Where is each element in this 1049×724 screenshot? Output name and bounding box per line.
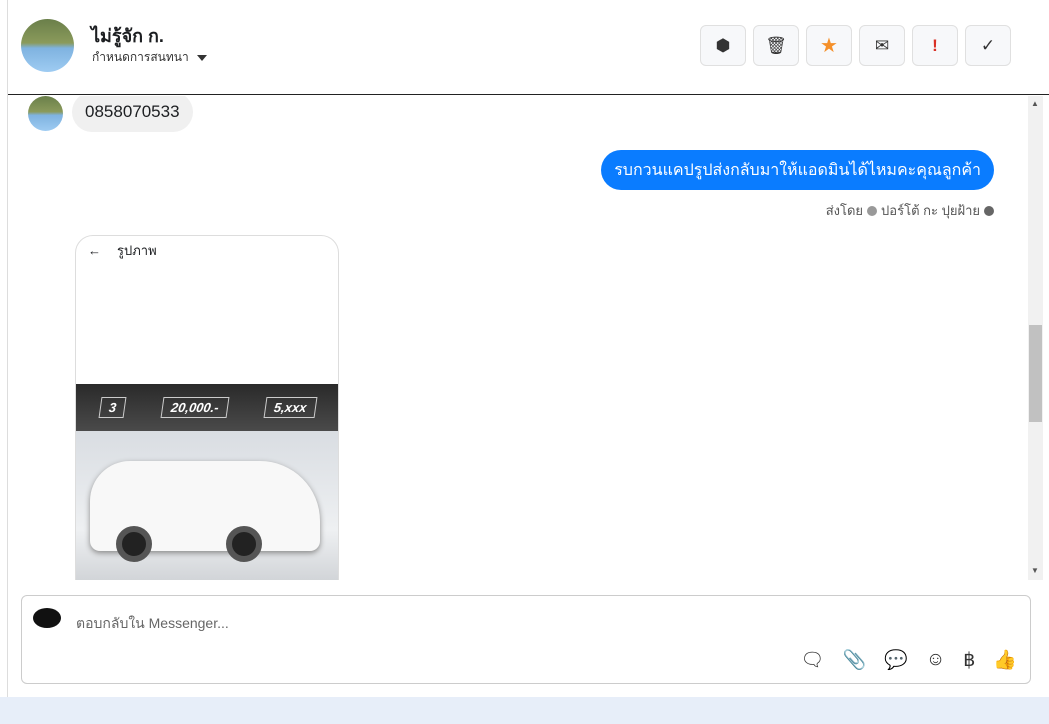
image-attachment[interactable]: ← รูปภาพ 3 20,000.- 5,xxx (75, 235, 339, 580)
promo-box: 3 (98, 397, 128, 418)
caret-down-icon (196, 54, 207, 61)
mark-done-button[interactable]: ✓ (965, 25, 1011, 66)
contact-name: ไม่รู้จัก ก. (91, 26, 164, 46)
emoji-icon[interactable]: ☺ (926, 649, 945, 671)
scrollbar-thumb[interactable] (1029, 325, 1042, 422)
promo-box: 5,xxx (263, 397, 318, 418)
image-title: รูปภาพ (117, 243, 157, 258)
incoming-message: 0858070533 (72, 96, 193, 132)
scroll-up-icon[interactable]: ▲ (1031, 99, 1039, 108)
delete-button[interactable]: 🗑 (753, 25, 799, 66)
scroll-down-icon[interactable]: ▼ (1031, 566, 1039, 575)
sent-by-info: ส่งโดย ปอร์โต้ กะ ปุยฝ้าย (826, 200, 994, 221)
exclamation-icon: ! (932, 35, 938, 55)
page-avatar (33, 608, 61, 628)
check-icon: ✓ (980, 35, 996, 55)
bottom-strip (0, 697, 1049, 724)
mark-unread-button[interactable]: ✉ (859, 25, 905, 66)
promo-banner: 3 20,000.- 5,xxx (76, 384, 338, 431)
envelope-icon: ✉ (874, 35, 890, 55)
alert-octagon-icon: ⬢ (715, 35, 731, 55)
wheel (116, 526, 152, 562)
reply-input[interactable]: ตอบกลับใน Messenger... (76, 613, 229, 635)
composer-tools: 🗨 📎 💬 ☺ ฿ 👍 (800, 648, 1017, 672)
back-arrow-icon: ← (88, 243, 101, 258)
promo-box: 20,000.- (160, 397, 230, 418)
star-icon: ★ (820, 35, 838, 57)
wheel (226, 526, 262, 562)
settings-label: กำหนดการสนทนา (92, 50, 189, 64)
check-circle-icon (867, 205, 878, 216)
spam-button[interactable]: ⬢ (700, 25, 746, 66)
star-button[interactable]: ★ (806, 25, 852, 66)
payment-icon[interactable]: ฿ (963, 649, 975, 672)
message-thread: 0858070533 รบกวนแคปรูปส่งกลับมาให้แอดมิน… (8, 96, 1028, 580)
trash-icon: 🗑 (765, 35, 787, 55)
conversation-settings-dropdown[interactable]: กำหนดการสนทนา (92, 48, 207, 67)
quick-reply-icon[interactable]: 💬 (884, 648, 908, 672)
contact-avatar[interactable] (21, 19, 74, 72)
important-button[interactable]: ! (912, 25, 958, 66)
conversation-header: ไม่รู้จัก ก. กำหนดการสนทนา ⬢ 🗑 ★ ✉ ! ✓ (8, 0, 1049, 95)
action-toolbar: ⬢ 🗑 ★ ✉ ! ✓ (700, 25, 1011, 66)
thumbs-up-icon[interactable]: 👍 (993, 648, 1017, 672)
image-header: ← รูปภาพ (88, 240, 157, 261)
reply-composer[interactable]: ตอบกลับใน Messenger... 🗨 📎 💬 ☺ ฿ 👍 (21, 595, 1031, 684)
sent-by-label: ส่งโดย (825, 203, 864, 218)
outgoing-message: รบกวนแคปรูปส่งกลับมาให้แอดมินได้ไหมคะคุณ… (601, 150, 994, 190)
sender-name: ปอร์โต้ กะ ปุยฝ้าย (881, 203, 980, 218)
car-photo (76, 431, 338, 580)
help-icon[interactable] (984, 205, 994, 216)
saved-reply-icon[interactable]: 🗨 (800, 648, 824, 672)
paperclip-icon[interactable]: 📎 (842, 648, 866, 672)
sender-avatar (28, 96, 63, 131)
